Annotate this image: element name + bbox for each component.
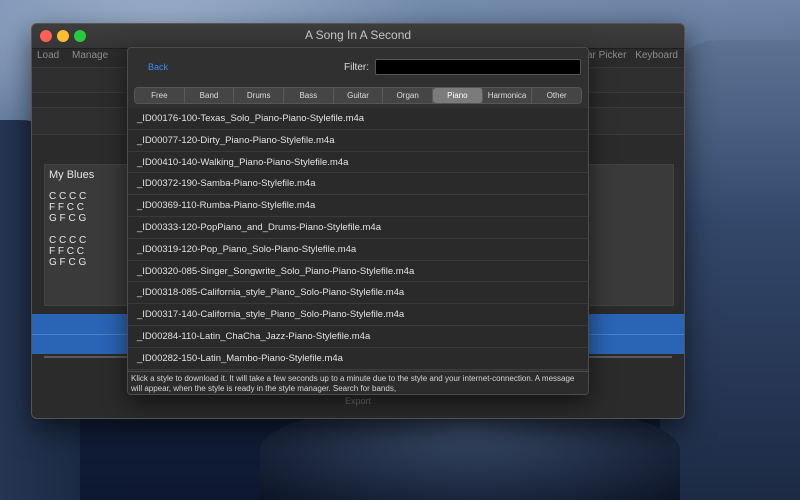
toolbar-right: ar Picker Keyboard	[581, 50, 678, 61]
toolbar-left: Load Manage	[37, 50, 118, 61]
export-button[interactable]: Export	[32, 396, 684, 406]
style-list-item[interactable]: _ID00369-110-Rumba-Piano-Stylefile.m4a	[128, 195, 588, 217]
style-list: _ID00176-100-Texas_Solo_Piano-Piano-Styl…	[128, 108, 588, 370]
filter-input[interactable]	[375, 59, 581, 75]
keyboard-button[interactable]: Keyboard	[635, 50, 678, 61]
style-picker-sheet: Back Filter: Free Band Drums Bass Guitar Orga…	[127, 47, 589, 395]
style-list-item[interactable]: _ID00077-120-Dirty_Piano-Piano-Stylefile…	[128, 130, 588, 152]
category-tab-organ[interactable]: Organ	[383, 88, 434, 103]
style-list-item[interactable]: _ID00372-190-Samba-Piano-Stylefile.m4a	[128, 173, 588, 196]
song-title: My Blues	[49, 169, 95, 181]
filter-label: Filter:	[344, 62, 369, 73]
style-list-item[interactable]: _ID00410-140-Walking_Piano-Piano-Stylefi…	[128, 152, 588, 174]
style-list-item[interactable]: _ID00284-110-Latin_ChaCha_Jazz-Piano-Sty…	[128, 326, 588, 348]
category-tab-harmonica[interactable]: Harmonica	[483, 88, 533, 103]
category-segmented-control: Free Band Drums Bass Guitar Organ Piano Harmoni…	[134, 87, 582, 104]
category-tab-bass[interactable]: Bass	[284, 88, 334, 103]
category-tab-drums[interactable]: Drums	[234, 88, 285, 103]
title-bar: A Song In A Second	[32, 24, 684, 49]
category-tab-band[interactable]: Band	[185, 88, 235, 103]
style-list-item[interactable]: _ID00333-120-PopPiano_and_Drums-Piano-St…	[128, 217, 588, 239]
style-list-item[interactable]: _ID00317-140-California_style_Piano_Solo…	[128, 304, 588, 326]
back-button[interactable]: Back	[148, 62, 168, 72]
chord-sheet: C C C C F F C C G F C G C C C C F F C C …	[49, 191, 87, 268]
picker-button[interactable]: ar Picker	[587, 50, 626, 61]
category-tab-free[interactable]: Free	[135, 88, 185, 103]
style-list-item[interactable]: _ID00176-100-Texas_Solo_Piano-Piano-Styl…	[128, 108, 588, 130]
style-list-item[interactable]: _ID00319-120-Pop_Piano_Solo-Piano-Stylef…	[128, 239, 588, 261]
window-title: A Song In A Second	[304, 28, 412, 42]
style-list-item[interactable]: _ID00320-085-Singer_Songwrite_Solo_Piano…	[128, 261, 588, 283]
category-tab-other[interactable]: Other	[532, 88, 581, 103]
category-tab-piano[interactable]: Piano	[433, 88, 483, 103]
load-button[interactable]: Load	[37, 50, 59, 61]
style-list-item[interactable]: _ID00318-085-California_style_Piano_Solo…	[128, 282, 588, 305]
category-tab-guitar[interactable]: Guitar	[334, 88, 384, 103]
manage-button[interactable]: Manage	[72, 50, 108, 61]
style-list-item[interactable]: _ID00282-150-Latin_Mambo-Piano-Stylefile…	[128, 348, 588, 370]
info-text: Klick a style to download it. It will ta…	[128, 371, 588, 394]
